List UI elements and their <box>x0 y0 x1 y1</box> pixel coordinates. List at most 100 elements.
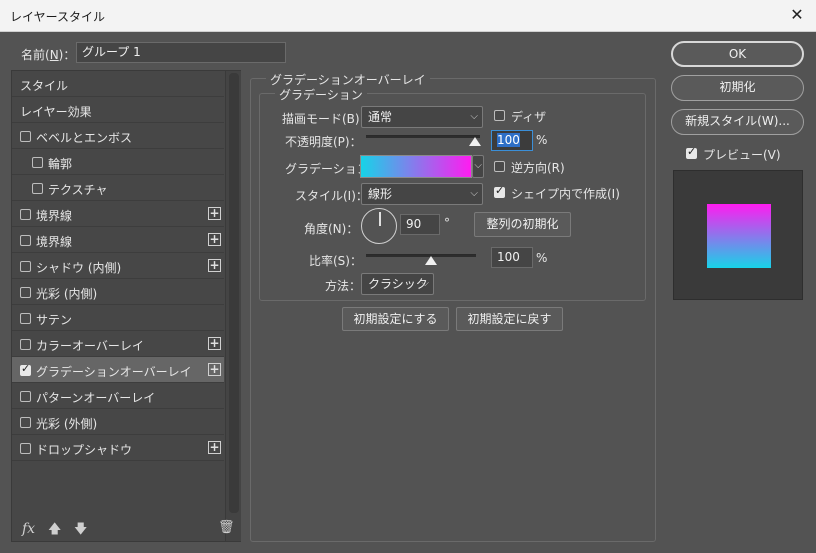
make-default-button[interactable]: 初期設定にする <box>342 307 449 331</box>
style-list-item[interactable]: 輪郭 <box>12 149 224 175</box>
dither-checkbox[interactable] <box>494 110 505 121</box>
style-checkbox[interactable] <box>20 391 31 402</box>
scale-slider-thumb[interactable] <box>425 256 437 265</box>
style-list-label: サテン <box>36 313 73 327</box>
reset-alignment-button[interactable]: 整列の初期化 <box>474 212 571 237</box>
opacity-unit: % <box>536 133 548 147</box>
angle-dial[interactable] <box>361 208 397 244</box>
window-title: レイヤースタイル <box>10 10 106 24</box>
style-list-item[interactable]: 光彩 (内側) <box>12 279 224 305</box>
angle-label: 角度(N)： <box>304 222 359 236</box>
plus-icon[interactable]: + <box>208 233 221 246</box>
style-list-item[interactable]: グラデーションオーバーレイ + <box>12 357 224 383</box>
style-select[interactable]: 線形 ⌵ <box>361 183 483 205</box>
opacity-value: 100 <box>497 133 520 147</box>
style-checkbox[interactable] <box>20 131 31 142</box>
reverse-checkbox[interactable] <box>494 161 505 172</box>
style-list-item[interactable]: スタイル <box>12 71 224 97</box>
plus-icon[interactable]: + <box>208 363 221 376</box>
fx-icon[interactable]: fx <box>22 521 35 537</box>
scale-label: 比率(S)： <box>309 254 362 268</box>
scale-slider-track[interactable] <box>366 254 476 257</box>
style-list-item[interactable]: 境界線 + <box>12 201 224 227</box>
preview-swatch <box>707 204 771 268</box>
style-list-item[interactable]: シャドウ (内側) + <box>12 253 224 279</box>
style-checkbox[interactable] <box>32 183 43 194</box>
style-list-item[interactable]: 境界線 + <box>12 227 224 253</box>
style-list-panel: スタイル レイヤー効果 ベベルとエンボス 輪郭 テクスチャ 境界線 + 境界線 + シャドウ (内… <box>11 70 241 542</box>
style-list-item[interactable]: レイヤー効果 <box>12 97 224 123</box>
style-checkbox[interactable] <box>32 157 43 168</box>
gradient-subgroup-title: グラデーション <box>275 86 367 103</box>
style-list-label: ベベルとエンボス <box>36 131 133 145</box>
angle-unit: ° <box>444 216 450 230</box>
style-list-label: グラデーションオーバーレイ <box>36 365 192 379</box>
scale-unit: % <box>536 251 548 265</box>
align-with-layer-checkbox[interactable] <box>494 184 505 198</box>
style-list-label: シャドウ (内側) <box>36 261 122 275</box>
style-checkbox[interactable] <box>20 209 31 220</box>
style-list-label: 境界線 <box>36 235 73 249</box>
gradient-dropdown[interactable]: ⌵ <box>472 155 484 178</box>
preview-checkbox[interactable] <box>686 145 697 159</box>
reset-button[interactable]: 初期化 <box>671 75 804 101</box>
style-checkbox[interactable] <box>20 261 31 272</box>
scale-input[interactable]: 100 <box>491 247 533 268</box>
style-list-label: 境界線 <box>36 209 73 223</box>
chevron-down-icon: ⌵ <box>474 160 482 171</box>
style-list-item[interactable]: 光彩 (外側) <box>12 409 224 435</box>
style-checkbox[interactable] <box>20 313 31 324</box>
style-list-item[interactable]: サテン <box>12 305 224 331</box>
style-list-item[interactable]: カラーオーバーレイ + <box>12 331 224 357</box>
trash-icon[interactable]: 🗑 <box>218 520 235 535</box>
style-list-label: 光彩 (外側) <box>36 417 98 431</box>
arrow-down-icon[interactable]: 🡇 <box>74 520 87 542</box>
arrow-up-icon[interactable]: 🡅 <box>48 520 61 542</box>
style-checkbox[interactable] <box>20 443 31 454</box>
angle-needle <box>379 212 381 226</box>
opacity-input[interactable]: 100 <box>491 130 533 151</box>
style-list-label: ドロップシャドウ <box>36 443 133 457</box>
style-checkbox[interactable] <box>20 417 31 428</box>
ok-button[interactable]: OK <box>671 41 804 67</box>
style-list-item[interactable]: ドロップシャドウ + <box>12 435 224 461</box>
style-label: スタイル(I)： <box>295 189 368 203</box>
chevron-down-icon: ⌵ <box>421 278 429 289</box>
blend-mode-select[interactable]: 通常 ⌵ <box>361 106 483 128</box>
style-list-item[interactable]: ベベルとエンボス <box>12 123 224 149</box>
style-checkbox[interactable] <box>20 287 31 298</box>
angle-input[interactable]: 90 <box>400 214 440 235</box>
style-checkbox[interactable] <box>20 339 31 350</box>
style-list-item[interactable]: パターンオーバーレイ <box>12 383 224 409</box>
style-list-label: 輪郭 <box>48 157 73 171</box>
title-bar: レイヤースタイル ✕ <box>0 0 816 32</box>
method-select[interactable]: クラシック ⌵ <box>361 273 434 295</box>
style-checkbox[interactable] <box>20 362 31 376</box>
reset-default-button[interactable]: 初期設定に戻す <box>456 307 563 331</box>
plus-icon[interactable]: + <box>208 337 221 350</box>
align-with-layer-label: シェイプ内で作成(I) <box>511 187 620 201</box>
opacity-slider-thumb[interactable] <box>469 137 481 146</box>
name-input[interactable]: グループ 1 <box>76 42 286 63</box>
scroll-thumb[interactable] <box>229 73 239 513</box>
style-list-label: パターンオーバーレイ <box>36 391 156 405</box>
close-icon[interactable]: ✕ <box>788 6 806 24</box>
chevron-down-icon: ⌵ <box>470 188 478 199</box>
blend-mode-label: 描画モード(B)： <box>282 112 372 126</box>
gradient-picker[interactable] <box>360 155 472 178</box>
plus-icon[interactable]: + <box>208 259 221 272</box>
new-style-button[interactable]: 新規スタイル(W)... <box>671 109 804 135</box>
style-list-label: スタイル <box>20 79 69 93</box>
style-list-label: レイヤー効果 <box>20 105 92 119</box>
preview-label: プレビュー(V) <box>703 148 781 162</box>
preview-box <box>673 170 803 300</box>
style-list-item[interactable]: テクスチャ <box>12 175 224 201</box>
style-list-label: テクスチャ <box>48 183 108 197</box>
style-checkbox[interactable] <box>20 235 31 246</box>
opacity-slider-track[interactable] <box>366 135 480 138</box>
reverse-label: 逆方向(R) <box>511 161 565 175</box>
plus-icon[interactable]: + <box>208 207 221 220</box>
style-list-label: 光彩 (内側) <box>36 287 98 301</box>
style-list-scrollbar[interactable] <box>225 71 241 541</box>
plus-icon[interactable]: + <box>208 441 221 454</box>
